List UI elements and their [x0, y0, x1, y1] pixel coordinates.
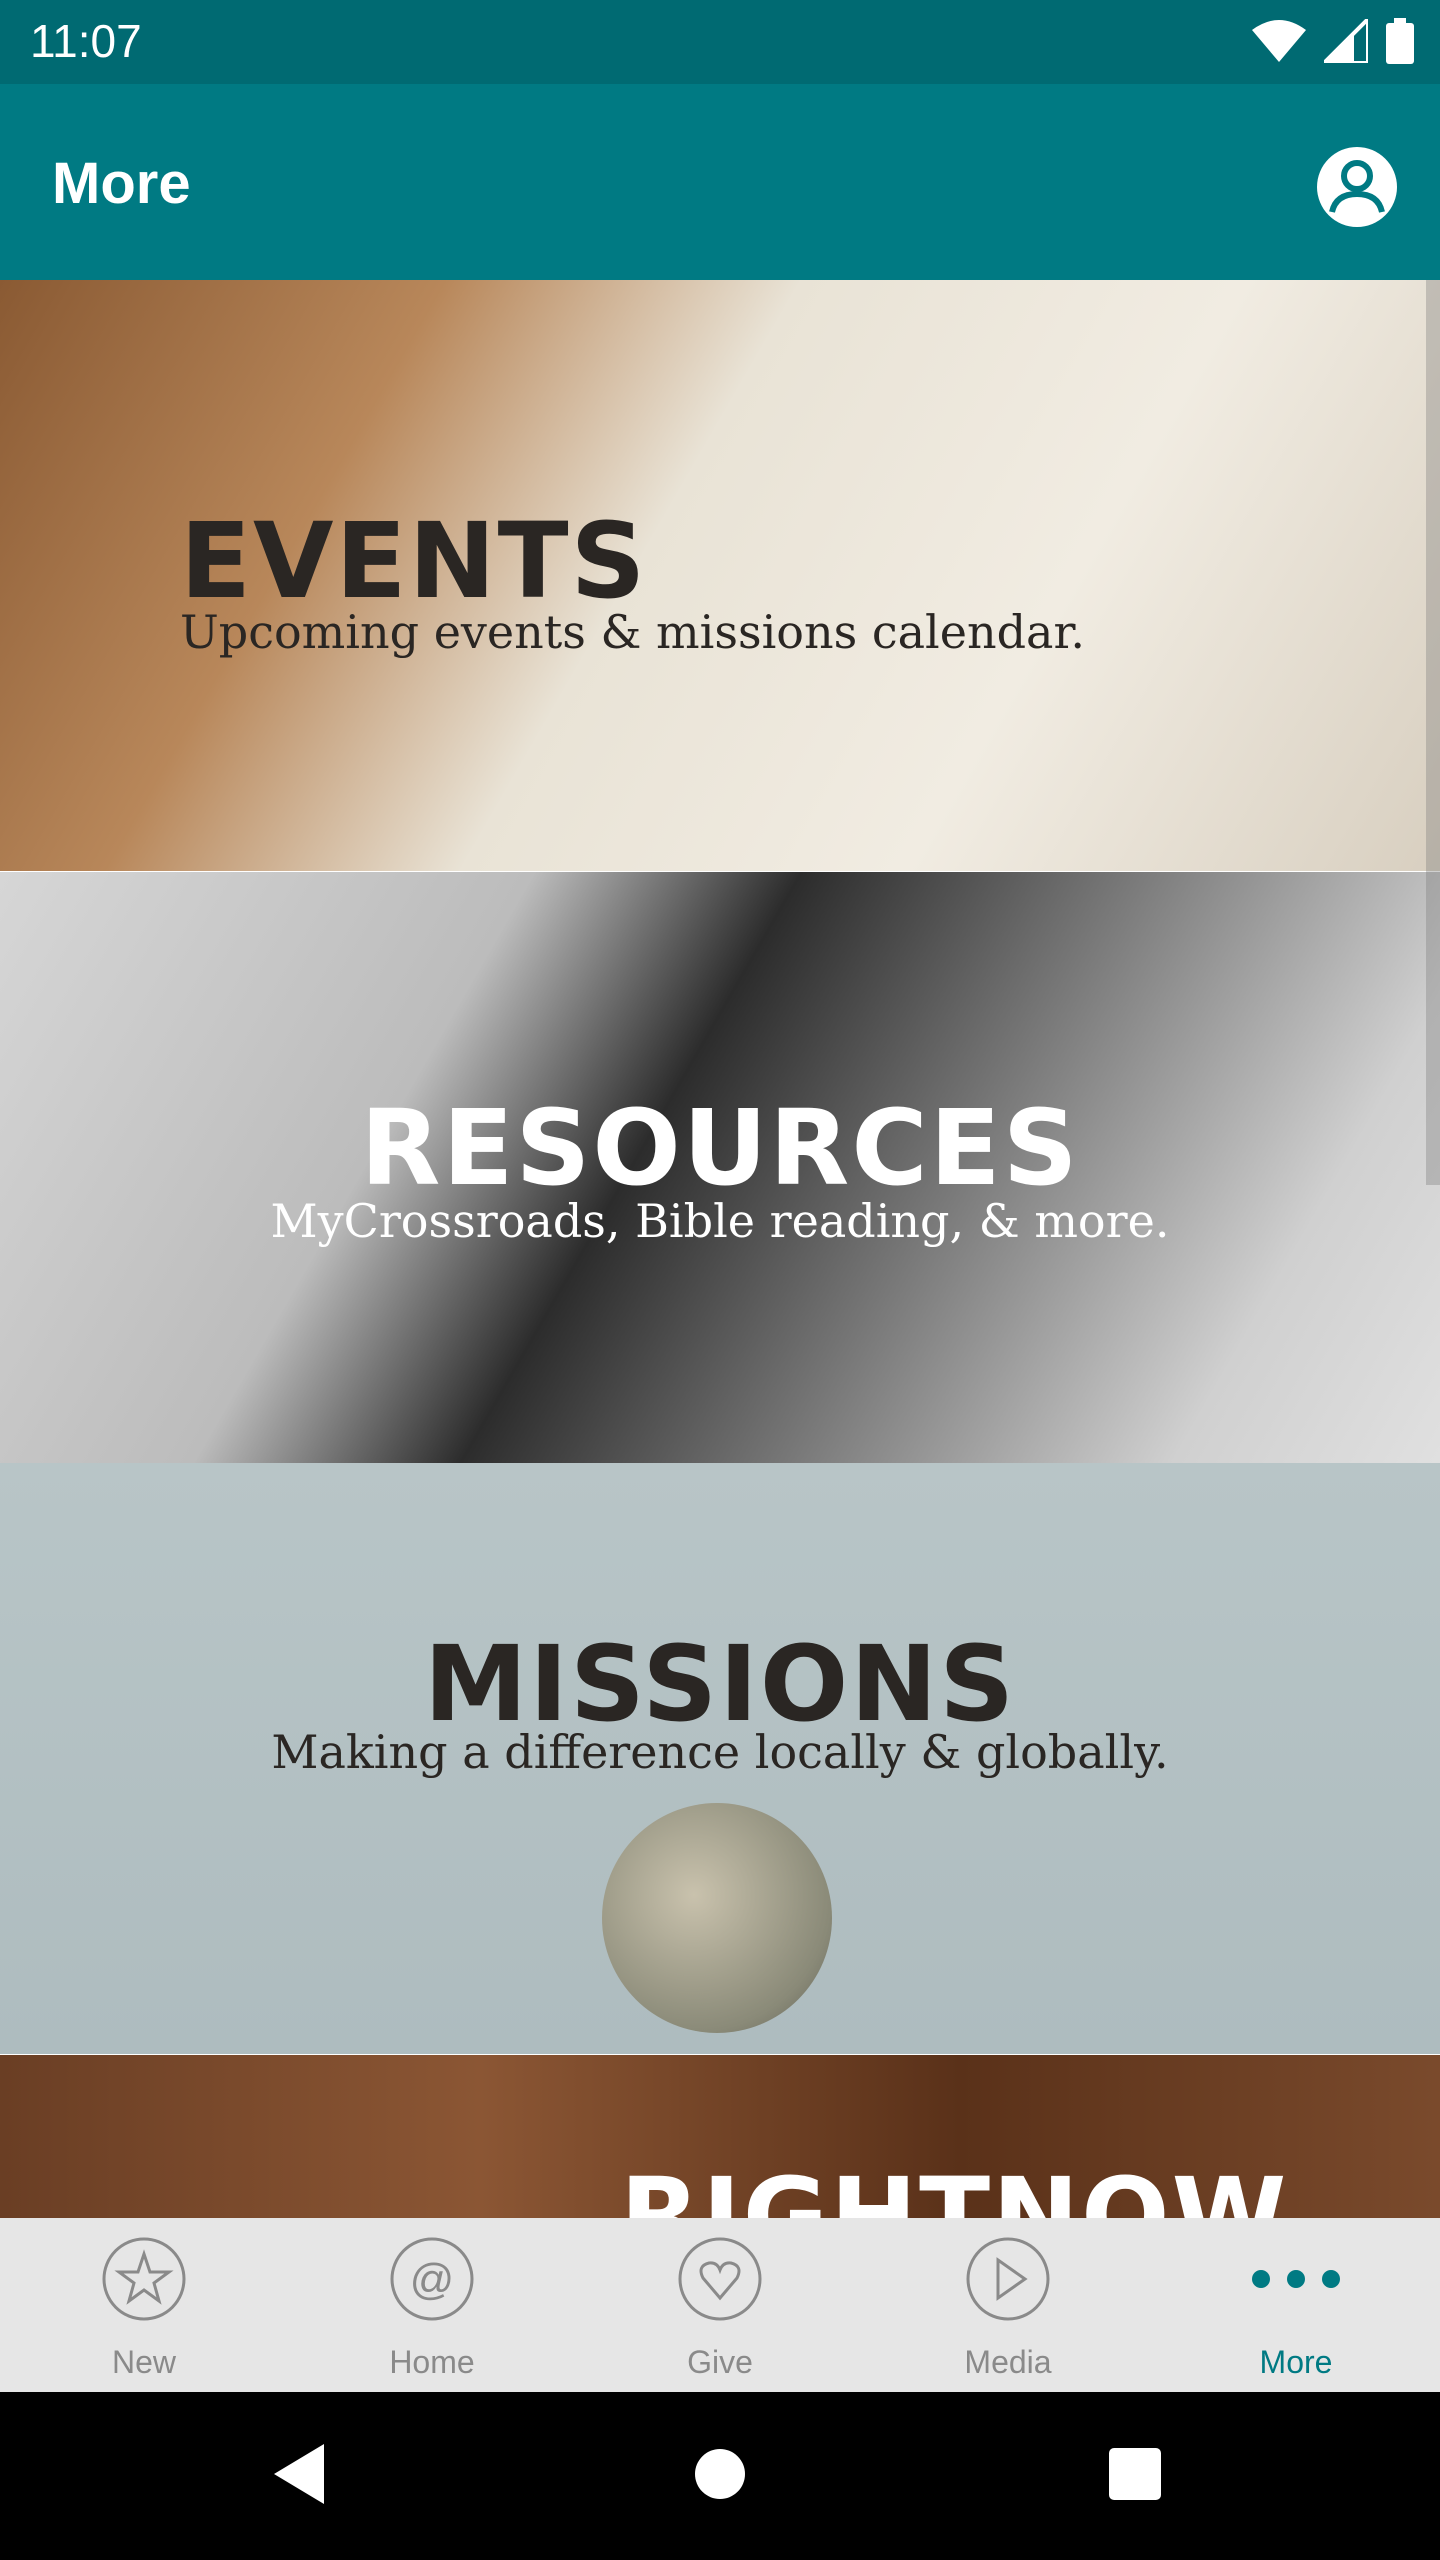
- at-icon: @: [390, 2237, 474, 2321]
- scrollbar[interactable]: [1426, 280, 1440, 1185]
- nav-item-media[interactable]: Media: [864, 2218, 1152, 2392]
- app-bar: More: [0, 84, 1440, 280]
- nav-label: Give: [687, 2344, 753, 2380]
- banner-title: EVENTS: [180, 500, 648, 622]
- rightnow-banner[interactable]: RIGHTNOW: [0, 2055, 1440, 2218]
- account-circle-icon[interactable]: [1316, 146, 1398, 228]
- nav-label: New: [111, 2344, 176, 2380]
- nav-label: More: [1259, 2344, 1333, 2380]
- more-dots-icon: [1252, 2270, 1340, 2288]
- system-navigation-bar: [0, 2392, 1440, 2560]
- play-icon: [966, 2237, 1050, 2321]
- wifi-icon: [1252, 20, 1306, 62]
- nav-item-home[interactable]: @ Home: [288, 2218, 576, 2392]
- events-banner[interactable]: EVENTS Upcoming events & missions calend…: [0, 280, 1440, 871]
- nav-item-new[interactable]: New: [0, 2218, 288, 2392]
- star-icon: [102, 2237, 186, 2321]
- nav-item-more[interactable]: More: [1152, 2218, 1440, 2392]
- svg-text:@: @: [410, 2255, 455, 2304]
- status-bar: 11:07: [0, 0, 1440, 84]
- missions-banner[interactable]: MISSIONS Making a difference locally & g…: [0, 1463, 1440, 2054]
- globe-image: [602, 1803, 832, 2033]
- home-circle-icon[interactable]: [694, 2442, 746, 2506]
- battery-icon: [1386, 18, 1414, 64]
- banner-title: RESOURCES: [360, 1087, 1080, 1209]
- bottom-nav: New @ Home Give Media More: [0, 2218, 1440, 2392]
- banner-subtitle: Upcoming events & missions calendar.: [180, 605, 1086, 659]
- recents-icon[interactable]: [1108, 2442, 1162, 2506]
- nav-item-give[interactable]: Give: [576, 2218, 864, 2392]
- status-time: 11:07: [30, 15, 142, 67]
- nav-label: Media: [964, 2344, 1052, 2380]
- page-title: More: [52, 151, 191, 216]
- nav-label: Home: [389, 2344, 475, 2380]
- resources-banner[interactable]: RESOURCES MyCrossroads, Bible reading, &…: [0, 872, 1440, 1463]
- cellular-icon: [1324, 19, 1368, 63]
- banner-subtitle: Making a difference locally & globally.: [271, 1725, 1169, 1779]
- heart-icon: [678, 2237, 762, 2321]
- banner-subtitle: MyCrossroads, Bible reading, & more.: [270, 1194, 1170, 1248]
- banner-title: RIGHTNOW: [620, 2155, 1289, 2218]
- back-icon[interactable]: [272, 2442, 328, 2506]
